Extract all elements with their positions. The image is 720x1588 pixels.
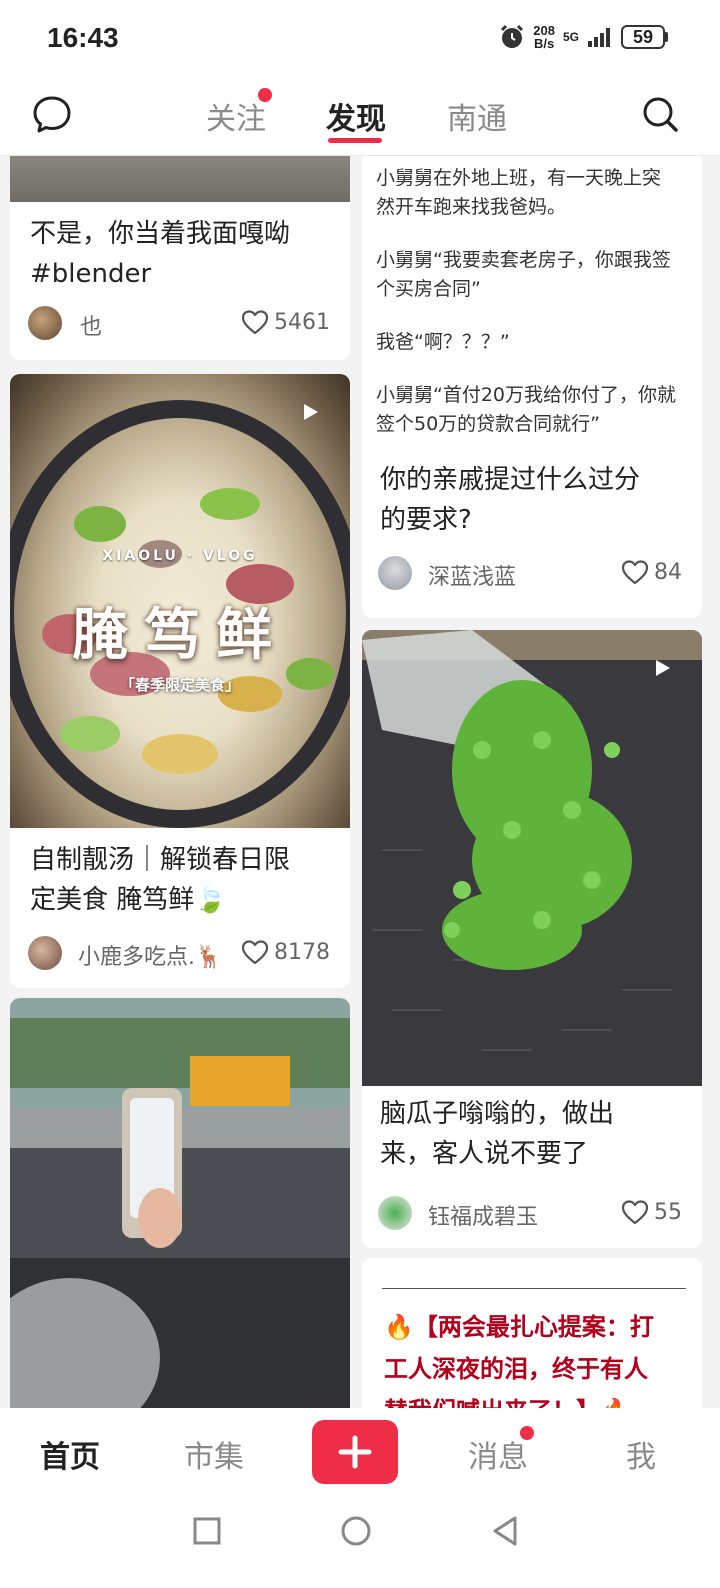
video-play-icon bbox=[656, 660, 670, 676]
home-icon[interactable] bbox=[340, 1515, 372, 1547]
card-title: 不是，你当着我面嘎呦 #blender bbox=[30, 219, 291, 289]
headline-text: 🔥【两会最扎心提案：打 工人深夜的泪，终于有人 替我们喊出来了！】🔥 bbox=[384, 1313, 654, 1408]
author-name[interactable]: 也 bbox=[80, 309, 102, 341]
avatar[interactable] bbox=[28, 936, 62, 970]
tab-follow[interactable]: 关注 bbox=[206, 94, 266, 138]
feed[interactable]: 不是，你当着我面嘎呦 #blender 也 5461 XIAOLU · VLOG… bbox=[0, 156, 720, 1408]
avatar[interactable] bbox=[378, 1196, 412, 1230]
card-image bbox=[10, 998, 350, 1408]
nav-home[interactable]: 首页 bbox=[40, 1432, 100, 1476]
status-time: 16:43 bbox=[47, 22, 119, 53]
divider bbox=[382, 1288, 686, 1289]
back-icon[interactable] bbox=[490, 1515, 520, 1547]
feed-card-relatives[interactable]: 小舅舅在外地上班，有一天晚上突 然开车跑来找我爸妈。 小舅舅“我要卖套老房子，你… bbox=[362, 156, 702, 618]
heart-icon bbox=[621, 560, 649, 585]
avatar[interactable] bbox=[28, 306, 62, 340]
signal-icon bbox=[588, 28, 610, 47]
messages-notification-dot bbox=[520, 1426, 534, 1440]
publish-button[interactable] bbox=[312, 1420, 398, 1484]
like-button[interactable]: 5461 bbox=[240, 308, 330, 336]
like-count: 55 bbox=[654, 1199, 682, 1225]
card-title: 自制靓汤｜解锁春日限 定美食 腌笃鲜🍃 bbox=[30, 845, 291, 915]
net-speed: 208 B/s bbox=[533, 23, 555, 51]
author-name[interactable]: 钰福成碧玉 bbox=[428, 1199, 538, 1231]
image-title: 腌笃鲜 bbox=[72, 603, 288, 668]
avatar[interactable] bbox=[378, 556, 412, 590]
chat-bubble-icon[interactable] bbox=[32, 94, 72, 134]
follow-notification-dot bbox=[258, 88, 272, 102]
card-title: 脑瓜子嗡嗡的，做出 来，客人说不要了 bbox=[380, 1099, 615, 1169]
nav-messages[interactable]: 消息 bbox=[468, 1432, 528, 1476]
card-image: XIAOLU · VLOG 腌笃鲜 「春季限定美食」 bbox=[10, 374, 350, 828]
feed-card-car-photo[interactable] bbox=[10, 998, 350, 1408]
tab-discover[interactable]: 发现 bbox=[326, 94, 386, 138]
card-title: 你的亲戚提过什么过分 的要求? bbox=[380, 465, 641, 535]
battery-icon: 59 bbox=[621, 25, 668, 49]
jade-illustration bbox=[362, 630, 702, 1086]
status-bar: 16:43 208 B/s 5G 59 bbox=[0, 0, 720, 80]
feed-card-soup[interactable]: XIAOLU · VLOG 腌笃鲜 「春季限定美食」 自制靓汤｜解锁春日限 定美… bbox=[10, 374, 350, 988]
video-play-icon bbox=[304, 404, 318, 420]
author-name[interactable]: 深蓝浅蓝 bbox=[428, 559, 516, 591]
heart-icon bbox=[241, 310, 269, 335]
like-count: 84 bbox=[654, 559, 682, 585]
active-tab-indicator bbox=[328, 138, 382, 143]
like-button[interactable]: 84 bbox=[620, 558, 682, 586]
feed-card-blender[interactable]: 不是，你当着我面嘎呦 #blender 也 5461 bbox=[10, 156, 350, 360]
tab-local[interactable]: 南通 bbox=[447, 94, 507, 138]
like-button[interactable]: 55 bbox=[620, 1198, 682, 1226]
image-subtitle: XIAOLU · VLOG bbox=[102, 548, 258, 564]
image-tag: 「春季限定美食」 bbox=[119, 676, 240, 694]
post-body: 小舅舅在外地上班，有一天晚上突 然开车跑来找我爸妈。 小舅舅“我要卖套老房子，你… bbox=[376, 167, 677, 435]
plus-icon bbox=[338, 1435, 372, 1469]
feed-card-headline[interactable]: 🔥【两会最扎心提案：打 工人深夜的泪，终于有人 替我们喊出来了！】🔥 bbox=[362, 1258, 702, 1408]
alarm-icon bbox=[501, 24, 524, 48]
feed-card-jade[interactable]: 脑瓜子嗡嗡的，做出 来，客人说不要了 钰福成碧玉 55 bbox=[362, 630, 702, 1248]
like-count: 8178 bbox=[274, 939, 330, 965]
like-button[interactable]: 8178 bbox=[240, 938, 330, 966]
status-icons: 208 B/s 5G 59 bbox=[499, 24, 668, 50]
heart-icon bbox=[241, 940, 269, 965]
like-count: 5461 bbox=[274, 309, 330, 335]
recents-icon[interactable] bbox=[192, 1516, 222, 1546]
bottom-nav: 首页 市集 消息 我 bbox=[0, 1408, 720, 1498]
battery-level: 59 bbox=[632, 26, 654, 47]
card-image bbox=[10, 156, 350, 202]
nav-me[interactable]: 我 bbox=[626, 1432, 656, 1476]
heart-icon bbox=[621, 1200, 649, 1225]
network-label: 5G bbox=[562, 30, 579, 44]
card-image bbox=[362, 630, 702, 1086]
nav-market[interactable]: 市集 bbox=[184, 1432, 244, 1476]
system-nav bbox=[0, 1498, 720, 1588]
search-icon[interactable] bbox=[640, 94, 680, 134]
author-name[interactable]: 小鹿多吃点.🦌 bbox=[78, 939, 222, 971]
top-nav: 关注 发现 南通 bbox=[0, 80, 720, 156]
